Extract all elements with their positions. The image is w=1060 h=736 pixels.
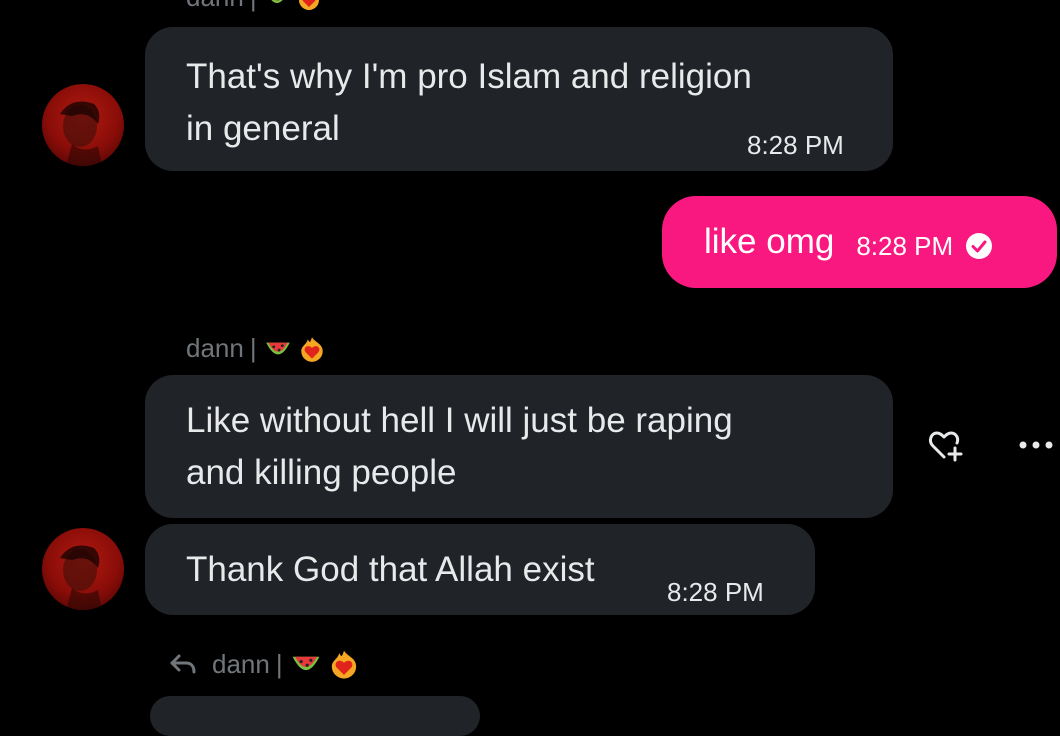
avatar-image xyxy=(60,101,102,166)
heart-plus-icon[interactable] xyxy=(926,428,966,464)
message-bubble-incoming[interactable]: Like without hell I will just be raping … xyxy=(145,375,893,518)
avatar-image xyxy=(60,545,102,610)
watermelon-icon xyxy=(292,656,319,671)
heart-on-fire-icon xyxy=(298,0,319,10)
reply-sender-name: dann xyxy=(212,648,270,679)
watermelon-icon xyxy=(265,342,290,354)
message-bubble-incoming[interactable]: That's why I'm pro Islam and religion in… xyxy=(145,27,893,171)
message-text-line: That's why I'm pro Islam and religion xyxy=(186,57,752,96)
sender-name: dann xyxy=(186,333,244,363)
message-text-line: and killing people xyxy=(186,453,457,492)
message-timestamp: 8:28 PM xyxy=(667,577,764,607)
sender-name: dann xyxy=(186,0,244,13)
sender-separator: | xyxy=(250,0,257,13)
message-bubble-incoming-partial[interactable] xyxy=(150,696,480,736)
message-text-line: Like without hell I will just be raping xyxy=(186,401,733,440)
sender-separator: | xyxy=(249,333,257,363)
message-timestamp: 8:28 PM xyxy=(747,130,844,160)
message-bubble-outgoing[interactable]: like omg 8:28 PM xyxy=(662,196,1057,288)
reply-arrow-icon xyxy=(170,654,196,674)
message-bubble-incoming[interactable]: Thank God that Allah exist 8:28 PM xyxy=(145,524,815,615)
more-options-icon[interactable] xyxy=(1018,439,1054,451)
sender-label: dann | xyxy=(186,333,327,364)
message-timestamp: 8:28 PM xyxy=(856,230,954,261)
check-circle-icon xyxy=(966,233,993,259)
reply-header: dann | xyxy=(168,647,361,681)
message-text: like omg xyxy=(704,222,835,261)
message-text: Thank God that Allah exist xyxy=(186,550,595,589)
sender-separator: | xyxy=(275,648,283,679)
avatar[interactable] xyxy=(42,528,124,610)
watermelon-icon xyxy=(271,0,282,3)
sender-label-top: dann | xyxy=(186,0,323,13)
heart-on-fire-icon xyxy=(300,336,323,362)
avatar[interactable] xyxy=(42,84,124,166)
heart-on-fire-icon xyxy=(331,650,356,679)
